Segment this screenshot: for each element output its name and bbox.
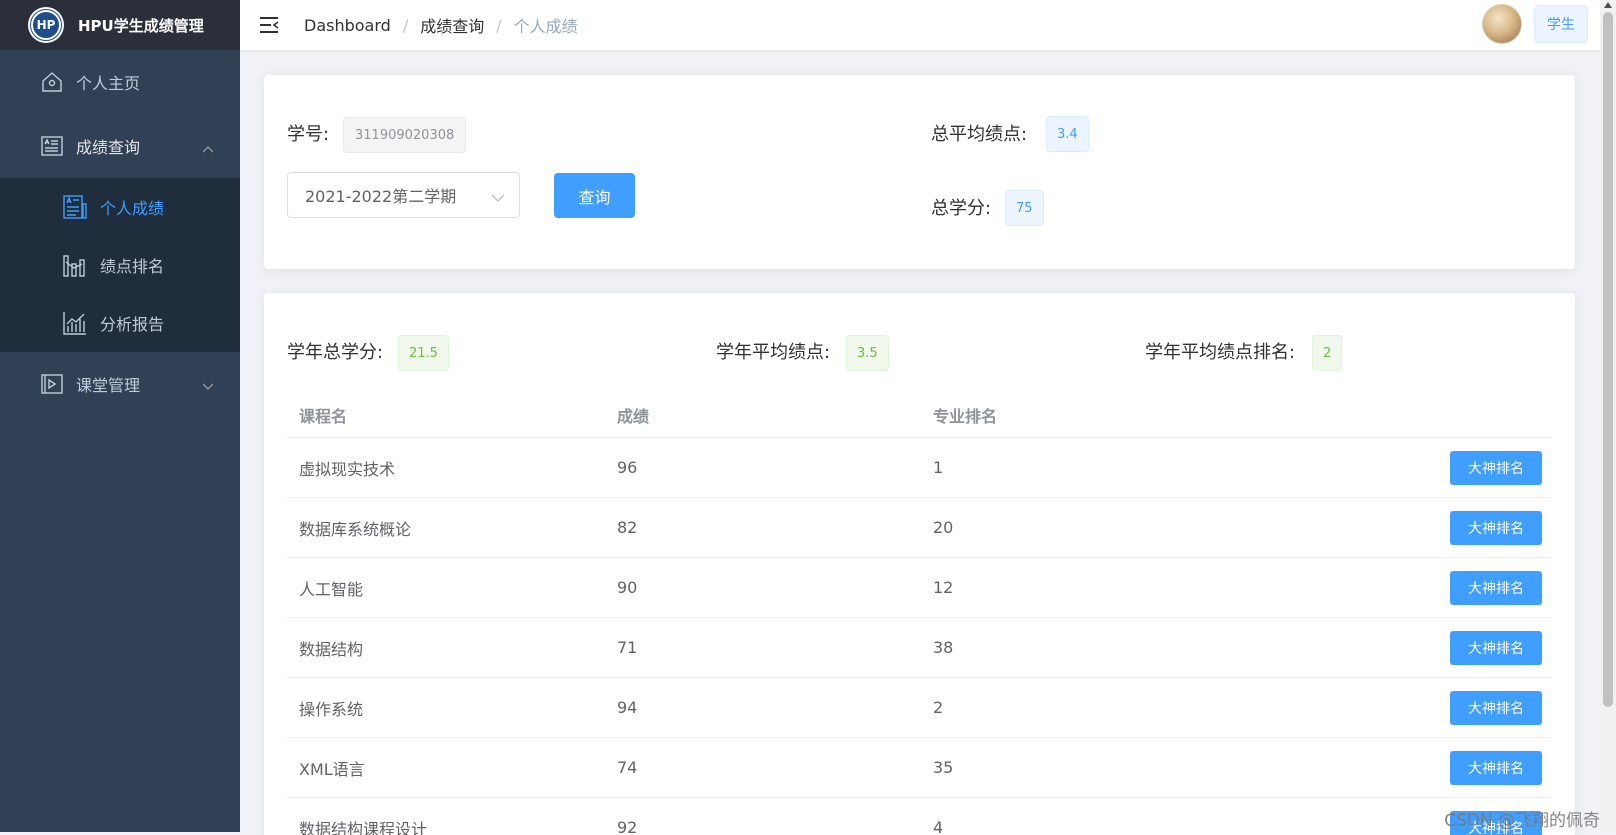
scroll-up-icon[interactable] (1604, 2, 1612, 8)
course-score: 74 (617, 758, 638, 777)
course-score: 94 (617, 698, 638, 717)
sidebar-item-score-query[interactable]: 成绩查询 (0, 114, 240, 178)
document-icon (40, 134, 64, 158)
course-score: 90 (617, 578, 638, 597)
watermark: CSDN @飞翔的佩奇 (1444, 811, 1600, 831)
major-rank: 2 (933, 698, 944, 717)
semester-select-value: 2021-2022第二学期 (305, 187, 457, 206)
sidebar-item-label: 分析报告 (100, 315, 165, 334)
major-rank: 12 (933, 578, 954, 597)
table-row: 数据结构课程设计 92 4 大神排名 (287, 798, 1552, 835)
sidebar-item-label: 个人成绩 (100, 199, 165, 218)
course-score: 92 (617, 818, 638, 835)
top-rank-button[interactable]: 大神排名 (1450, 690, 1542, 725)
page-scrollbar[interactable] (1600, 0, 1616, 832)
breadcrumb-score-query[interactable]: 成绩查询 (420, 13, 484, 37)
course-name: 数据结构 (299, 639, 364, 659)
sidebar-item-label: 个人主页 (76, 74, 141, 93)
top-rank-button[interactable]: 大神排名 (1450, 510, 1542, 545)
course-score: 82 (617, 518, 638, 537)
course-score: 71 (617, 638, 638, 657)
year-credits-label: 学年总学分: (287, 342, 384, 363)
top-rank-button[interactable]: 大神排名 (1450, 750, 1542, 785)
course-name: 数据结构课程设计 (299, 819, 428, 835)
sidebar-item-label: 成绩查询 (76, 138, 141, 157)
sidebar-item-class-management[interactable]: 课堂管理 (0, 352, 240, 416)
top-rank-button[interactable]: 大神排名 (1450, 630, 1542, 665)
chevron-up-icon (202, 138, 214, 157)
course-name: 数据库系统概论 (299, 519, 412, 539)
student-id-value: 311909020308 (343, 117, 467, 153)
major-rank: 35 (933, 758, 954, 777)
breadcrumb: Dashboard / 成绩查询 / 个人成绩 (304, 13, 578, 37)
chevron-down-icon (491, 188, 505, 207)
role-badge[interactable]: 学生 (1534, 5, 1588, 43)
chevron-down-icon (202, 376, 214, 395)
sidebar-item-home[interactable]: 个人主页 (0, 50, 240, 114)
home-icon (40, 70, 64, 94)
year-gpa-label: 学年平均绩点: (716, 342, 831, 363)
column-header-course: 课程名 (299, 406, 348, 426)
column-header-rank: 专业排名 (933, 406, 998, 426)
course-name: 操作系统 (299, 699, 364, 719)
total-gpa-tag: 3.4 (1046, 116, 1089, 152)
total-credits-tag: 75 (1005, 190, 1044, 226)
avatar[interactable] (1482, 4, 1522, 44)
table-header: 课程名 成绩 专业排名 (287, 392, 1552, 438)
top-navbar: Dashboard / 成绩查询 / 个人成绩 学生 (240, 0, 1600, 50)
score-card: 学年总学分: 21.5 学年平均绩点: 3.5 学年平均绩点排名: 2 课程名 … (264, 293, 1575, 835)
sidebar-item-label: 课堂管理 (76, 376, 141, 395)
ranking-chart-icon (62, 252, 88, 278)
play-icon (40, 372, 64, 396)
user-area: 学生 (1482, 4, 1588, 44)
table-row: XML语言 74 35 大神排名 (287, 738, 1552, 798)
menu-toggle-icon[interactable] (256, 12, 282, 38)
major-rank: 4 (933, 818, 944, 835)
score-table: 课程名 成绩 专业排名 虚拟现实技术 96 1 大神排名 数据库系统概论 82 20 大神排名… (287, 392, 1552, 835)
sidebar-item-analysis-report[interactable]: 分析报告 (0, 294, 240, 352)
top-rank-button[interactable]: 大神排名 (1450, 570, 1542, 605)
logo-icon: HP (28, 7, 64, 43)
analysis-chart-icon (62, 310, 88, 336)
year-gpa-rank-label: 学年平均绩点排名: (1145, 342, 1296, 363)
major-rank: 20 (933, 518, 954, 537)
top-rank-button[interactable]: 大神排名 (1450, 450, 1542, 485)
submenu-score-query: 个人成绩 绩点排名 分析报告 (0, 178, 240, 352)
course-name: 虚拟现实技术 (299, 459, 396, 479)
breadcrumb-personal-score: 个人成绩 (513, 17, 578, 36)
logo-bar: HP HPU学生成绩管理 (0, 0, 240, 50)
scrollbar-thumb[interactable] (1603, 12, 1613, 707)
column-header-score: 成绩 (617, 406, 650, 426)
major-rank: 1 (933, 458, 944, 477)
table-row: 操作系统 94 2 大神排名 (287, 678, 1552, 738)
table-row: 人工智能 90 12 大神排名 (287, 558, 1552, 618)
total-gpa-label: 总平均绩点: (931, 124, 1028, 145)
app-title: HPU学生成绩管理 (78, 16, 204, 35)
course-name: XML语言 (299, 759, 365, 779)
year-gpa-tag: 3.5 (846, 335, 889, 371)
table-body: 虚拟现实技术 96 1 大神排名 数据库系统概论 82 20 大神排名 人工智能 90 12 大神排名… (287, 438, 1552, 835)
table-row: 数据结构 71 38 大神排名 (287, 618, 1552, 678)
year-credits-tag: 21.5 (398, 335, 449, 371)
student-id-label: 学号: (287, 124, 330, 145)
table-row: 虚拟现实技术 96 1 大神排名 (287, 438, 1552, 498)
total-credits-label: 总学分: (931, 198, 992, 219)
semester-select[interactable]: 2021-2022第二学期 (287, 172, 520, 218)
query-button[interactable]: 查询 (554, 173, 635, 218)
table-row: 数据库系统概论 82 20 大神排名 (287, 498, 1552, 558)
query-card: 学号: 311909020308 2021-2022第二学期 查询 总平均绩点:… (264, 75, 1575, 269)
year-gpa-rank-tag: 2 (1312, 335, 1343, 371)
score-doc-icon (62, 194, 88, 220)
sidebar-item-label: 绩点排名 (100, 257, 165, 276)
course-name: 人工智能 (299, 579, 364, 599)
major-rank: 38 (933, 638, 954, 657)
course-score: 96 (617, 458, 638, 477)
sidebar: HP HPU学生成绩管理 个人主页 成绩查询 个人成绩 绩点排名 分析报告 课堂… (0, 0, 240, 832)
sidebar-item-gpa-ranking[interactable]: 绩点排名 (0, 236, 240, 294)
breadcrumb-dashboard[interactable]: Dashboard (304, 16, 391, 35)
sidebar-item-personal-score[interactable]: 个人成绩 (0, 178, 240, 236)
